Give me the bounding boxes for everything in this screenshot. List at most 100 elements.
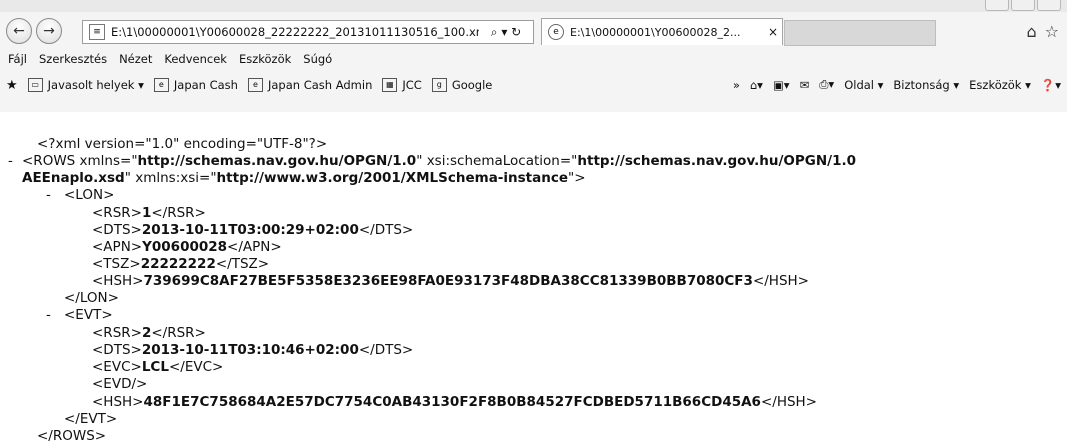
favorites-star-icon[interactable]: ☆ bbox=[1045, 22, 1059, 41]
menu-favorites[interactable]: Kedvencek bbox=[164, 52, 227, 66]
fav-jcc[interactable]: ▦ JCC bbox=[382, 78, 422, 92]
xml-value: 2013-10-11T03:10:46+02:00 bbox=[141, 342, 359, 358]
address-url[interactable]: E:\1\00000001\Y00600028_22222222_2013101… bbox=[111, 25, 479, 39]
page-icon: e bbox=[247, 78, 263, 92]
xml-value: 739699C8AF27BE5F5358E3236EE98FA0E93173F4… bbox=[143, 273, 753, 289]
xml-text: </APN> bbox=[227, 239, 282, 255]
tab-active[interactable]: e E:\1\00000001\Y00600028_2... × bbox=[541, 18, 783, 45]
lon-hsh: <HSH>739699C8AF27BE5F5358E3236EE98FA0E93… bbox=[92, 273, 809, 289]
mail-icon[interactable]: ✉ bbox=[800, 78, 810, 92]
rows-open-line2: AEEnaplo.xsd" xmlns:xsi="http://www.w3.o… bbox=[22, 170, 586, 186]
home-icon[interactable]: ⌂▾ bbox=[750, 78, 763, 92]
page-icon: e bbox=[153, 78, 169, 92]
xml-text: <RSR> bbox=[92, 325, 142, 341]
evt-evc: <EVC>LCL</EVC> bbox=[92, 359, 223, 375]
fav-label: JCC bbox=[402, 78, 422, 92]
favorites-star[interactable]: ★ bbox=[6, 78, 18, 93]
xml-document: <?xml version="1.0" encoding="UTF-8"?> -… bbox=[0, 112, 1067, 447]
home-icon[interactable]: ⌂ bbox=[1027, 22, 1037, 41]
page-menu[interactable]: Oldal ▾ bbox=[844, 78, 883, 92]
xml-text: <RSR> bbox=[92, 205, 142, 221]
xml-text: " xmlns:xsi=" bbox=[124, 170, 217, 186]
evt-rsr: <RSR>2</RSR> bbox=[92, 325, 206, 341]
minimize-button[interactable] bbox=[985, 0, 1009, 11]
xml-value: 22222222 bbox=[140, 256, 216, 272]
tab-close-icon[interactable]: × bbox=[764, 25, 782, 39]
xml-value: LCL bbox=[141, 359, 169, 375]
xml-text: <DTS> bbox=[92, 222, 142, 238]
xml-text: <ROWS xmlns=" bbox=[22, 153, 138, 169]
lon-close: </LON> bbox=[64, 290, 119, 306]
menu-edit[interactable]: Szerkesztés bbox=[39, 52, 107, 66]
add-favorite-icon: ★ bbox=[6, 77, 18, 93]
lon-apn: <APN>Y00600028</APN> bbox=[92, 239, 282, 255]
command-bar: » ⌂▾ ▣▾ ✉ ⎙▾ Oldal ▾ Biztonság ▾ Eszközö… bbox=[733, 77, 1061, 92]
xml-value: 1 bbox=[141, 205, 152, 221]
xml-value: 2013-10-11T03:00:29+02:00 bbox=[141, 222, 359, 238]
lon-rsr: <RSR>1</RSR> bbox=[92, 205, 206, 221]
rows-open-line1: <ROWS xmlns="http://schemas.nav.gov.hu/O… bbox=[22, 153, 856, 169]
right-nav-icons: ⌂ ☆ bbox=[1027, 22, 1060, 41]
xml-value: http://schemas.nav.gov.hu/OPGN/1.0 bbox=[137, 153, 417, 169]
collapse-rows[interactable]: - bbox=[8, 153, 13, 169]
xml-value: 48F1E7C758684A2E57DC7754C0AB43130F2F8B0B… bbox=[143, 394, 761, 410]
menu-tools[interactable]: Eszközök bbox=[239, 52, 291, 66]
help-icon[interactable]: ❓▾ bbox=[1041, 78, 1061, 92]
xml-text: <HSH> bbox=[92, 394, 144, 410]
maximize-button[interactable] bbox=[1011, 0, 1035, 11]
fav-google[interactable]: g Google bbox=[431, 78, 493, 92]
xml-value: AEEnaplo.xsd bbox=[22, 170, 125, 186]
print-icon[interactable]: ⎙▾ bbox=[819, 77, 834, 92]
xml-text: </RSR> bbox=[151, 325, 206, 341]
grid-icon: ▦ bbox=[382, 78, 398, 92]
evt-hsh: <HSH>48F1E7C758684A2E57DC7754C0AB43130F2… bbox=[92, 394, 817, 410]
evt-open: <EVT> bbox=[64, 307, 113, 323]
xml-text: </RSR> bbox=[151, 205, 206, 221]
menu-help[interactable]: Súgó bbox=[303, 52, 332, 66]
safety-menu[interactable]: Biztonság ▾ bbox=[893, 78, 959, 92]
more-chevron[interactable]: » bbox=[733, 78, 740, 92]
address-controls[interactable]: ⌕ ▾ ↻ bbox=[479, 25, 533, 40]
feeds-icon[interactable]: ▣▾ bbox=[773, 78, 790, 92]
fav-japan-cash[interactable]: e Japan Cash bbox=[153, 78, 238, 92]
close-window-button[interactable] bbox=[1037, 0, 1061, 11]
fav-label: Japan Cash Admin bbox=[267, 78, 373, 92]
page-icon: ≡ bbox=[89, 24, 105, 40]
xml-text: "> bbox=[568, 170, 586, 186]
address-bar[interactable]: ≡ E:\1\00000001\Y00600028_22222222_20131… bbox=[82, 20, 534, 44]
navigation-row: ← → ≡ E:\1\00000001\Y00600028_22222222_2… bbox=[0, 14, 1067, 48]
tab-new[interactable] bbox=[784, 20, 936, 46]
fav-japan-cash-admin[interactable]: e Japan Cash Admin bbox=[247, 78, 373, 92]
menu-view[interactable]: Nézet bbox=[119, 52, 152, 66]
back-button[interactable]: ← bbox=[6, 18, 32, 44]
browser-chrome: ← → ≡ E:\1\00000001\Y00600028_22222222_2… bbox=[0, 0, 1067, 112]
google-icon: g bbox=[431, 78, 447, 92]
xml-text: </DTS> bbox=[358, 342, 414, 358]
collapse-lon[interactable]: - bbox=[46, 187, 51, 203]
xml-text: </DTS> bbox=[358, 222, 414, 238]
xml-text: </EVC> bbox=[168, 359, 224, 375]
forward-arrow-icon: → bbox=[43, 23, 55, 39]
rows-close: </ROWS> bbox=[37, 428, 107, 444]
fav-label: Google bbox=[451, 78, 493, 92]
menu-file[interactable]: Fájl bbox=[8, 52, 27, 66]
fav-suggested[interactable]: ▭ Javasolt helyek ▾ bbox=[27, 78, 144, 92]
xml-text: <TSZ> bbox=[92, 256, 141, 272]
forward-button[interactable]: → bbox=[36, 18, 62, 44]
xml-text: </HSH> bbox=[760, 394, 817, 410]
lon-tsz: <TSZ>22222222</TSZ> bbox=[92, 256, 269, 272]
xml-text: <DTS> bbox=[92, 342, 142, 358]
xml-value: http://www.w3.org/2001/XMLSchema-instanc… bbox=[216, 170, 569, 186]
lon-dts: <DTS>2013-10-11T03:00:29+02:00</DTS> bbox=[92, 222, 413, 238]
window-controls bbox=[983, 0, 1061, 11]
xml-text: <EVC> bbox=[92, 359, 142, 375]
tools-menu[interactable]: Eszközök ▾ bbox=[969, 78, 1031, 92]
suggested-sites-icon: ▭ bbox=[27, 78, 43, 92]
lon-open: <LON> bbox=[64, 187, 115, 203]
fav-suggested-label: Javasolt helyek ▾ bbox=[47, 78, 144, 92]
xml-text: <HSH> bbox=[92, 273, 144, 289]
xml-value: 2 bbox=[141, 325, 152, 341]
fav-label: Japan Cash bbox=[173, 78, 238, 92]
ie-icon: e bbox=[548, 24, 564, 40]
collapse-evt[interactable]: - bbox=[46, 307, 51, 323]
